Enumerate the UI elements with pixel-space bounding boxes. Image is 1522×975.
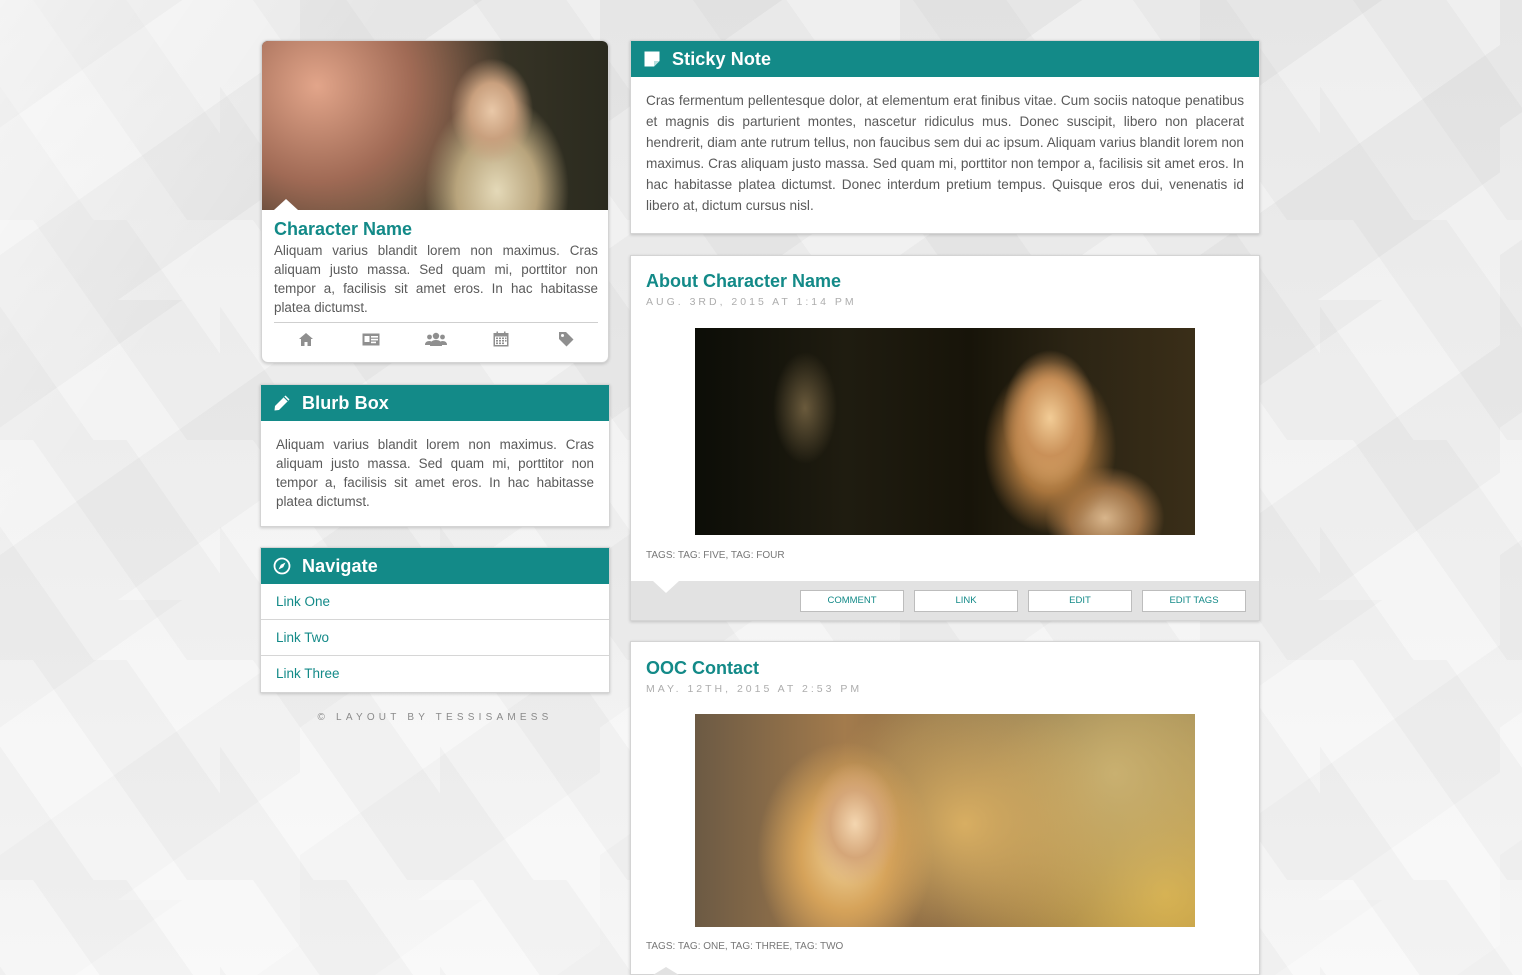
tag-link[interactable]: Tag: Three: [730, 941, 789, 952]
profile-icon-bar: [274, 330, 598, 348]
tags-label: Tags:: [646, 941, 676, 952]
id-card-icon[interactable]: [360, 330, 382, 348]
nav-links: Link One Link Two Link Three: [261, 584, 609, 692]
note-icon: [643, 50, 661, 68]
compass-icon: [273, 557, 291, 575]
post-title[interactable]: About Character Name: [646, 271, 841, 292]
navigate-header: Navigate: [261, 548, 609, 584]
sticky-header: Sticky Note: [631, 41, 1259, 77]
users-icon[interactable]: [424, 330, 447, 348]
post-tags: Tags: Tag: One, Tag: Three, Tag: Two: [646, 941, 844, 952]
layout-credit: © Layout by tessisamess: [317, 712, 553, 723]
nav-link-one[interactable]: Link One: [261, 584, 609, 620]
post-tags: Tags: Tag: Five, Tag: Four: [646, 550, 785, 561]
post-image: [695, 328, 1195, 535]
tag-link[interactable]: Tag: Four: [731, 550, 785, 561]
nav-link-two[interactable]: Link Two: [261, 620, 609, 656]
home-icon[interactable]: [295, 330, 317, 348]
post-image: [695, 714, 1195, 927]
sticky-note: Sticky Note Cras fermentum pellentesque …: [630, 40, 1260, 234]
profile-card: Character Name Aliquam varius blandit lo…: [261, 40, 609, 363]
navigate-box: Navigate Link One Link Two Link Three: [260, 547, 610, 693]
character-bio: Aliquam varius blandit lorem non maximus…: [274, 243, 598, 315]
photo-notch: [274, 199, 298, 210]
post-actions-bar: Comment Link Edit Edit Tags: [631, 581, 1259, 620]
tags-label: Tags:: [646, 550, 676, 561]
sticky-title: Sticky Note: [672, 48, 772, 69]
blurb-box: Blurb Box Aliquam varius blandit lorem n…: [260, 384, 610, 527]
tag-link[interactable]: Tag: One: [678, 941, 725, 952]
footer-notch: [653, 581, 679, 593]
calendar-icon[interactable]: [490, 330, 512, 348]
sticky-text: Cras fermentum pellentesque dolor, at el…: [646, 93, 1244, 213]
navigate-title: Navigate: [302, 555, 378, 576]
blurb-title: Blurb Box: [302, 392, 389, 413]
comment-button[interactable]: Comment: [800, 589, 904, 612]
nav-link-three[interactable]: Link Three: [261, 656, 609, 692]
tag-link[interactable]: Tag: Five: [678, 550, 726, 561]
blurb-text: Aliquam varius blandit lorem non maximus…: [276, 437, 594, 509]
tag-icon[interactable]: [555, 330, 577, 348]
footer-notch: [653, 967, 679, 975]
pencil-icon: [273, 394, 291, 412]
post-date: May. 12th, 2015 at 2:53 PM: [646, 683, 863, 695]
character-name: Character Name: [274, 219, 413, 239]
post-entry: About Character Name Aug. 3rd, 2015 at 1…: [630, 255, 1260, 621]
post-date: Aug. 3rd, 2015 at 1:14 PM: [646, 296, 857, 308]
tag-link[interactable]: Tag: Two: [795, 941, 844, 952]
profile-photo: [262, 41, 608, 210]
post-entry: OOC Contact May. 12th, 2015 at 2:53 PM T…: [630, 641, 1260, 975]
post-title[interactable]: OOC Contact: [646, 658, 759, 679]
blurb-header: Blurb Box: [261, 385, 609, 421]
divider: [274, 322, 598, 323]
edit-button[interactable]: Edit: [1028, 589, 1132, 612]
link-button[interactable]: Link: [914, 589, 1018, 612]
edit-tags-button[interactable]: Edit Tags: [1142, 589, 1246, 612]
